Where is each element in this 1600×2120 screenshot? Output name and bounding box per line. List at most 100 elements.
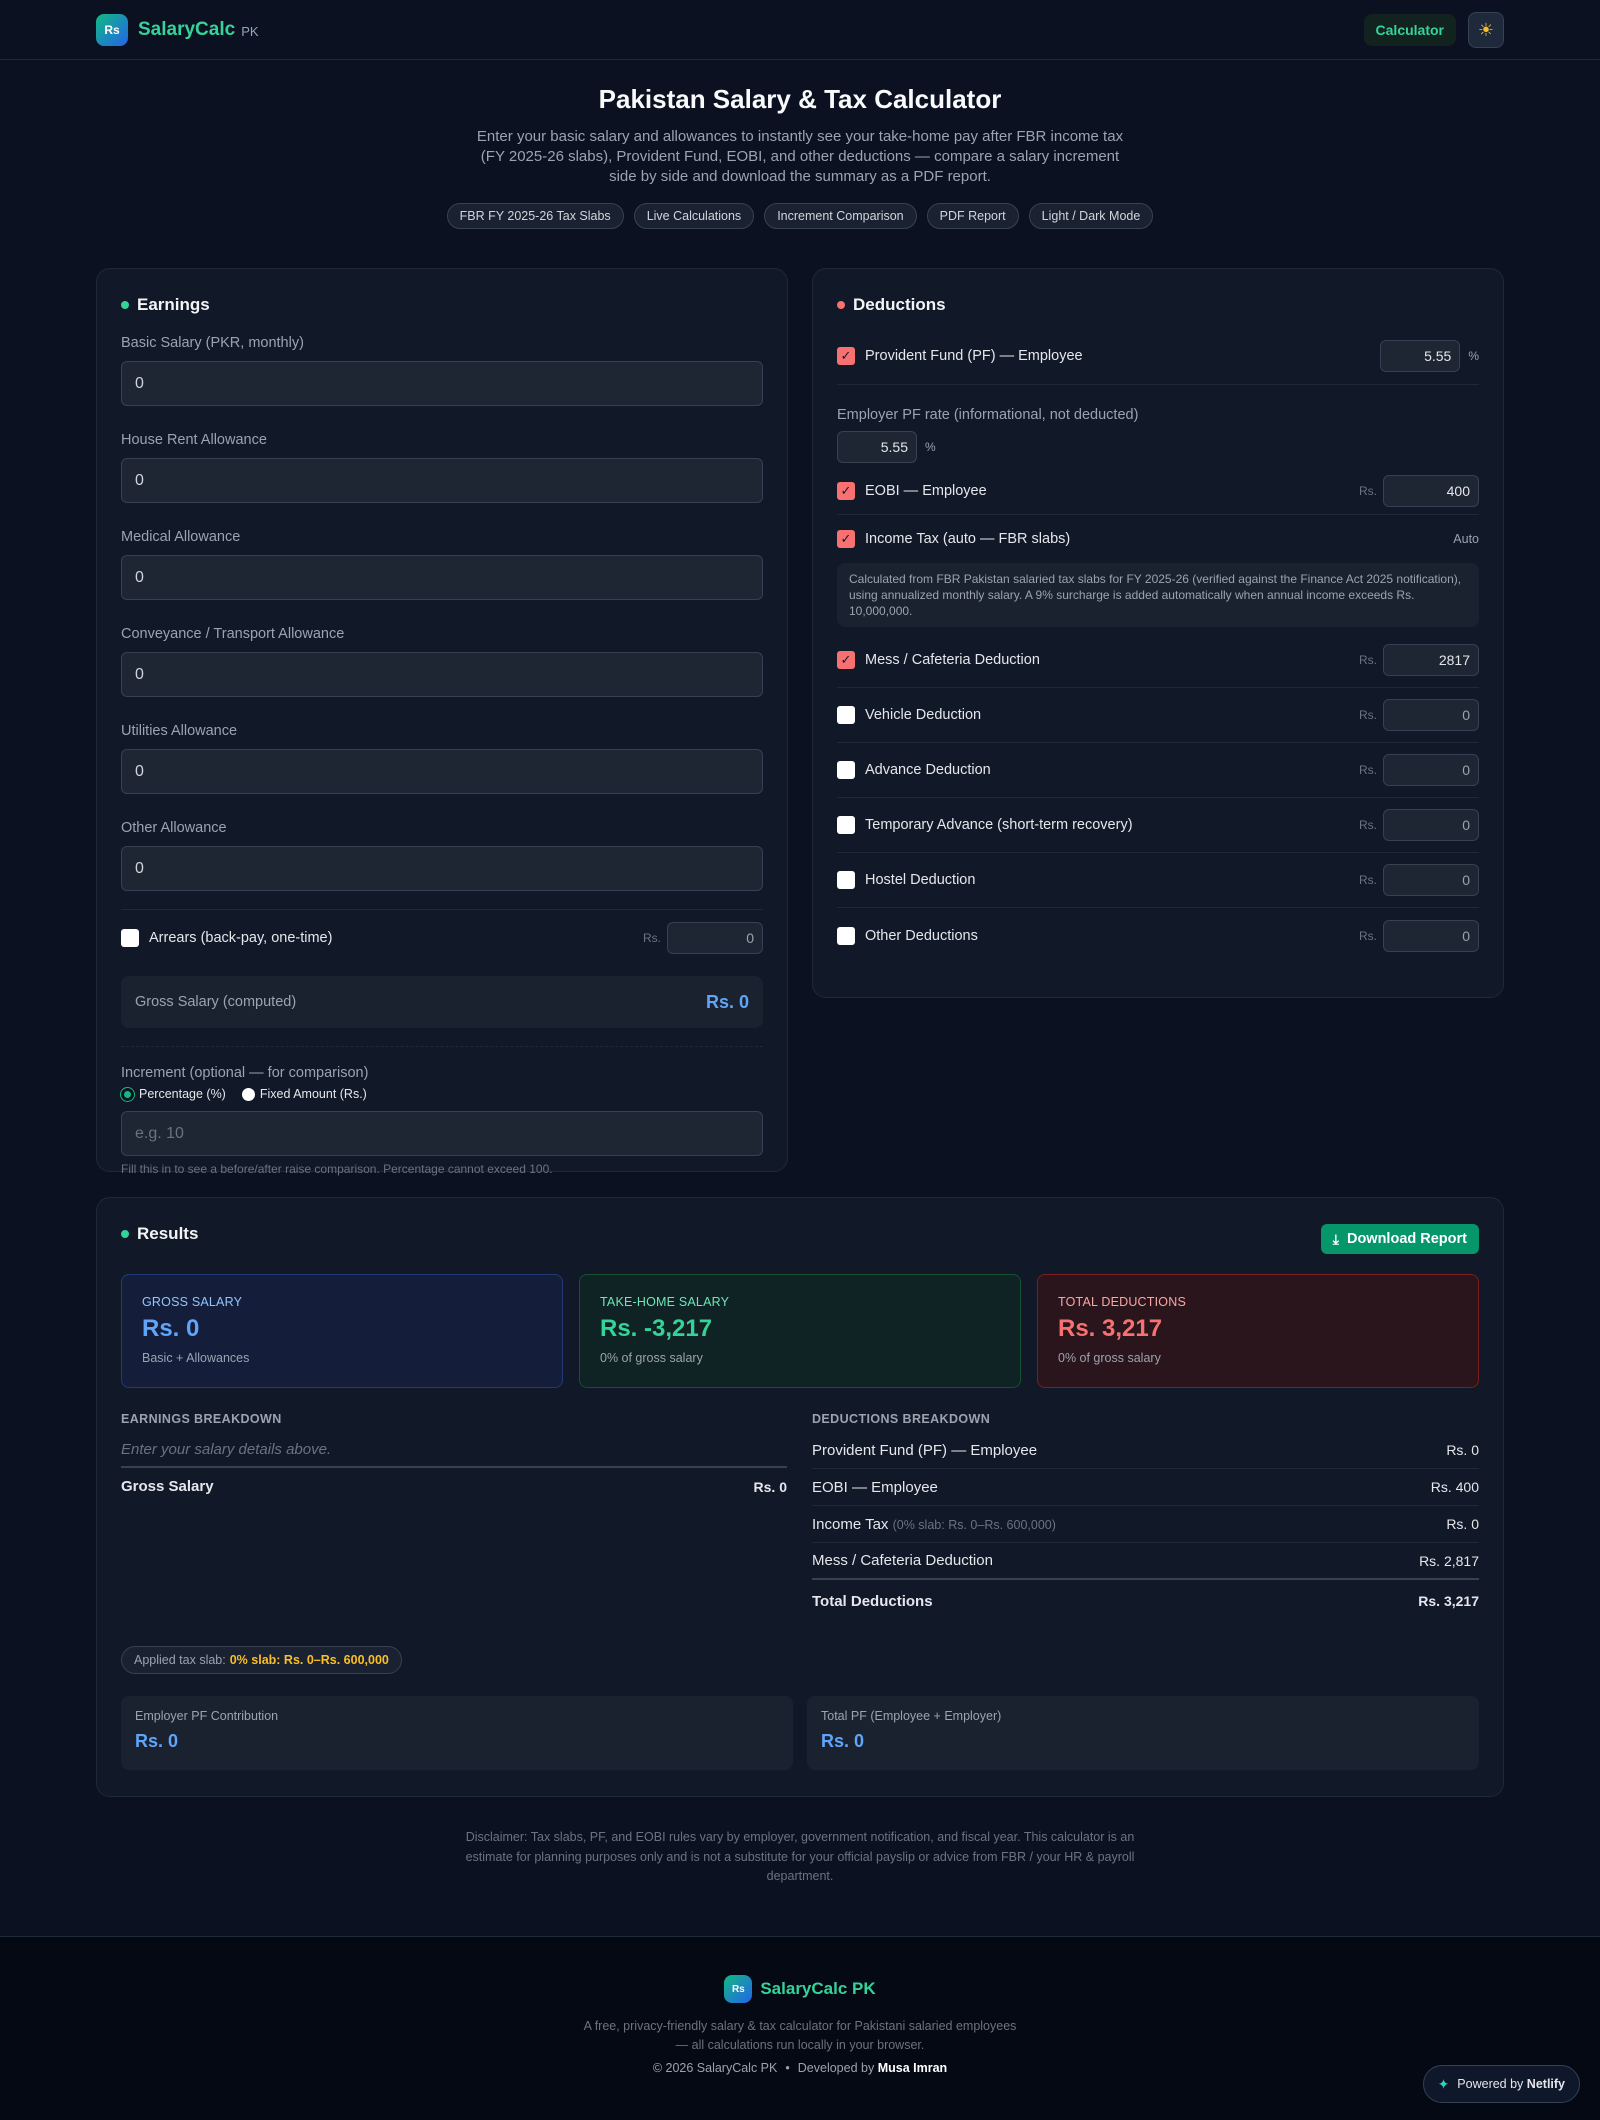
- utilities-allowance-input[interactable]: 0: [121, 749, 763, 794]
- eobi-label: EOBI — Employee: [865, 482, 987, 499]
- arrears-checkbox[interactable]: [121, 929, 139, 947]
- other-deductions-checkbox[interactable]: [837, 926, 855, 945]
- deduction-breakdown-row: EOBI — Employee Rs. 400: [812, 1469, 1479, 1506]
- other-deductions-input[interactable]: 0: [1383, 919, 1479, 952]
- currency-label: Rs.: [1359, 818, 1377, 832]
- arrears-input[interactable]: 0: [667, 922, 763, 954]
- deduction-label: Other Deductions: [865, 927, 978, 944]
- breakdown-label: Provident Fund (PF) — Employee: [812, 1441, 1038, 1459]
- deduction-row-temp-advance: Temporary Advance (short-term recovery) …: [837, 798, 1479, 853]
- increment-type-radios: Percentage (%) Fixed Amount (Rs.): [121, 1087, 763, 1101]
- total-pf-box-label: Total PF (Employee + Employer): [821, 1709, 1002, 1723]
- theme-toggle-button[interactable]: ☀: [1468, 12, 1504, 48]
- field-label: Conveyance / Transport Allowance: [121, 626, 345, 642]
- vehicle-input[interactable]: 0: [1383, 699, 1479, 731]
- hostel-checkbox[interactable]: [837, 871, 855, 889]
- increment-input[interactable]: e.g. 10: [121, 1111, 763, 1156]
- income-tax-checkbox[interactable]: ✓: [837, 530, 855, 548]
- deduction-breakdown-row: Income Tax (0% slab: Rs. 0–Rs. 600,000) …: [812, 1506, 1479, 1543]
- pf-rate-input[interactable]: 5.55: [1380, 339, 1461, 372]
- temp-advance-input[interactable]: 0: [1383, 809, 1479, 841]
- feature-chip: Increment Comparison: [764, 203, 917, 229]
- nav-calculator-button[interactable]: Calculator: [1363, 14, 1456, 46]
- house-rent-input[interactable]: 0: [121, 458, 763, 503]
- temp-advance-checkbox[interactable]: [837, 816, 855, 834]
- house-rent-group: House Rent Allowance 0: [121, 432, 763, 503]
- footer-brand[interactable]: Rs SalaryCalc PK: [0, 1975, 1600, 2003]
- earnings-breakdown-title: EARNINGS BREAKDOWN: [121, 1412, 282, 1426]
- powered-by-netlify-badge[interactable]: ✦ Powered by Netlify: [1422, 2065, 1580, 2103]
- field-label: Basic Salary (PKR, monthly): [121, 335, 304, 351]
- income-tax-auto-label: Auto: [1453, 532, 1479, 546]
- take-home-stat: Take-Home Salary Rs. -3,217 0% of gross …: [579, 1274, 1021, 1388]
- radio-fixed-amount[interactable]: Fixed Amount (Rs.): [241, 1087, 367, 1101]
- earnings-title-text: Earnings: [137, 295, 210, 314]
- basic-salary-input[interactable]: 0: [121, 361, 763, 406]
- slab-value: 0% slab: Rs. 0–Rs. 600,000: [229, 1653, 389, 1667]
- employer-pf-unit: %: [925, 440, 936, 454]
- page-title: Pakistan Salary & Tax Calculator: [598, 84, 1002, 114]
- employer-pf-input[interactable]: 5.55: [837, 431, 917, 463]
- eobi-input[interactable]: 400: [1383, 474, 1479, 507]
- basic-salary-group: Basic Salary (PKR, monthly) 0: [121, 335, 763, 406]
- gross-salary-box: Gross Salary (computed) Rs. 0: [121, 976, 763, 1028]
- arrears-row: Arrears (back-pay, one-time) Rs. 0: [121, 909, 763, 954]
- radio-unselected-icon: [241, 1087, 255, 1101]
- download-report-button[interactable]: ⤓ Download Report: [1320, 1224, 1479, 1254]
- deductions-breakdown: DEDUCTIONS BREAKDOWN Provident Fund (PF)…: [812, 1412, 1479, 1622]
- earnings-total-value: Rs. 0: [753, 1478, 787, 1495]
- advance-checkbox[interactable]: [837, 761, 855, 779]
- brand-suffix: PK: [241, 23, 259, 39]
- deductions-title-text: Deductions: [853, 295, 946, 314]
- deduction-label: Temporary Advance (short-term recovery): [865, 817, 1133, 833]
- hostel-input[interactable]: 0: [1383, 864, 1479, 896]
- mess-input[interactable]: 2817: [1383, 644, 1479, 676]
- conveyance-allowance-input[interactable]: 0: [121, 652, 763, 697]
- earnings-breakdown: EARNINGS BREAKDOWN Enter your salary det…: [121, 1412, 787, 1505]
- medical-allowance-input[interactable]: 0: [121, 555, 763, 600]
- advance-input[interactable]: 0: [1383, 754, 1479, 786]
- deductions-total-row: Total Deductions Rs. 3,217: [812, 1580, 1479, 1622]
- deduction-row-mess: ✓ Mess / Cafeteria Deduction Rs. 2817: [837, 633, 1479, 688]
- deduction-label: Vehicle Deduction: [865, 707, 982, 723]
- brand[interactable]: Rs SalaryCalc PK: [96, 14, 259, 46]
- pf-row: ✓ Provident Fund (PF) — Employee 5.55 %: [837, 327, 1479, 385]
- radio-label: Percentage (%): [139, 1087, 226, 1101]
- powered-by-label: Powered by: [1457, 2077, 1524, 2091]
- footer-copyright: © 2026 SalaryCalc PK: [652, 2061, 778, 2075]
- other-allowance-group: Other Allowance 0: [121, 820, 763, 891]
- currency-label: Rs.: [1359, 483, 1377, 498]
- employer-pf-box-label: Employer PF Contribution: [135, 1709, 279, 1723]
- footer-brand-name: SalaryCalc PK: [760, 1979, 876, 1998]
- income-tax-row: ✓ Income Tax (auto — FBR slabs) Auto: [837, 515, 1479, 563]
- stat-value: Rs. -3,217: [600, 1315, 713, 1342]
- green-dot-icon: [121, 301, 129, 309]
- red-dot-icon: [837, 301, 845, 309]
- gross-salary-stat: Gross Salary Rs. 0 Basic + Allowances: [121, 1274, 563, 1388]
- total-deductions-stat: Total Deductions Rs. 3,217 0% of gross s…: [1037, 1274, 1479, 1388]
- footer-developer-link[interactable]: Musa Imran: [878, 2061, 947, 2075]
- applied-tax-slab-badge: Applied tax slab: 0% slab: Rs. 0–Rs. 600…: [121, 1646, 402, 1674]
- employer-pf-box: Employer PF Contribution Rs. 0: [121, 1696, 793, 1770]
- footer: Rs SalaryCalc PK A free, privacy-friendl…: [0, 1936, 1600, 2120]
- mess-checkbox[interactable]: ✓: [837, 651, 855, 669]
- total-pf-box-value: Rs. 0: [821, 1731, 865, 1751]
- currency-label: Rs.: [1359, 653, 1377, 667]
- deductions-breakdown-title: DEDUCTIONS BREAKDOWN: [812, 1412, 991, 1426]
- vehicle-checkbox[interactable]: [837, 706, 855, 724]
- stat-label: Total Deductions: [1058, 1295, 1186, 1309]
- deduction-row-other: Other Deductions Rs. 0: [837, 908, 1479, 963]
- hero-section: Pakistan Salary & Tax Calculator Enter y…: [0, 60, 1600, 229]
- total-pf-box: Total PF (Employee + Employer) Rs. 0: [807, 1696, 1479, 1770]
- breakdown-value: Rs. 2,817: [1419, 1552, 1479, 1569]
- stat-sub: 0% of gross salary: [1058, 1351, 1161, 1365]
- other-allowance-input[interactable]: 0: [121, 846, 763, 891]
- eobi-checkbox[interactable]: ✓: [837, 481, 855, 500]
- breakdown-value: Rs. 0: [1446, 1442, 1479, 1458]
- stat-sub: Basic + Allowances: [142, 1351, 250, 1365]
- breakdown-label: Income Tax: [812, 1515, 889, 1533]
- increment-help: Fill this in to see a before/after raise…: [121, 1162, 553, 1176]
- eobi-row: ✓ EOBI — Employee Rs. 400: [837, 467, 1479, 515]
- pf-checkbox[interactable]: ✓: [837, 346, 855, 365]
- radio-percentage[interactable]: Percentage (%): [121, 1087, 226, 1101]
